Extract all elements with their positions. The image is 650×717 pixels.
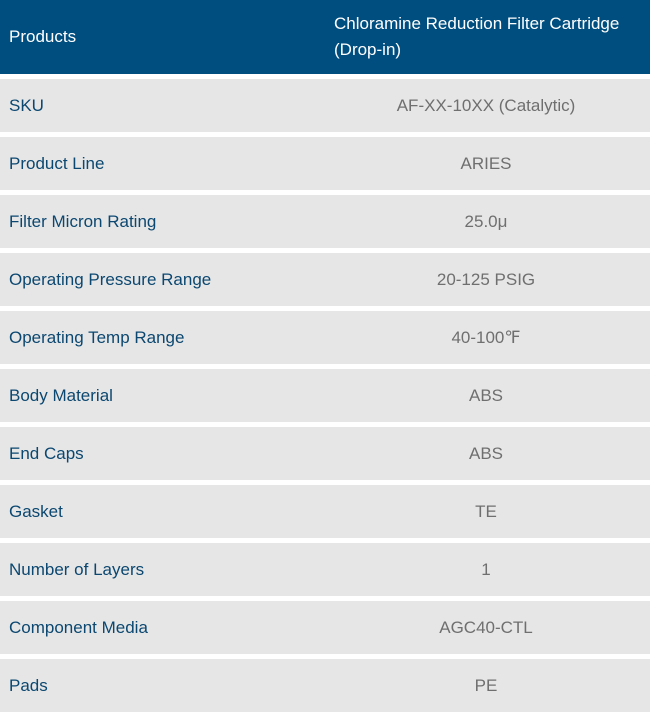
row-value: TE xyxy=(322,485,650,543)
table-row-number-of-layers: Number of Layers 1 xyxy=(0,543,650,601)
table-row-pads: Pads PE xyxy=(0,659,650,717)
table-row-filter-micron-rating: Filter Micron Rating 25.0μ xyxy=(0,195,650,253)
row-label: Operating Pressure Range xyxy=(0,253,322,311)
product-name-header: Chloramine Reduction Filter Cartridge (D… xyxy=(322,0,650,79)
table-row-sku: SKU AF-XX-10XX (Catalytic) xyxy=(0,79,650,137)
table-row-operating-temp-range: Operating Temp Range 40-100℉ xyxy=(0,311,650,369)
table-row-end-caps: End Caps ABS xyxy=(0,427,650,485)
row-value: 40-100℉ xyxy=(322,311,650,369)
row-value: AF-XX-10XX (Catalytic) xyxy=(322,79,650,137)
row-label: Filter Micron Rating xyxy=(0,195,322,253)
table-row-operating-pressure-range: Operating Pressure Range 20-125 PSIG xyxy=(0,253,650,311)
products-header: Products xyxy=(0,0,322,79)
row-value: 1 xyxy=(322,543,650,601)
row-label: Pads xyxy=(0,659,322,717)
row-value: ABS xyxy=(322,427,650,485)
row-value: 25.0μ xyxy=(322,195,650,253)
row-value: ARIES xyxy=(322,137,650,195)
row-label: SKU xyxy=(0,79,322,137)
row-label: Gasket xyxy=(0,485,322,543)
row-label: End Caps xyxy=(0,427,322,485)
product-spec-table: Products Chloramine Reduction Filter Car… xyxy=(0,0,650,717)
row-label: Number of Layers xyxy=(0,543,322,601)
row-label: Operating Temp Range xyxy=(0,311,322,369)
table-row-product-line: Product Line ARIES xyxy=(0,137,650,195)
row-value: PE xyxy=(322,659,650,717)
row-label: Body Material xyxy=(0,369,322,427)
row-value: AGC40-CTL xyxy=(322,601,650,659)
row-label: Component Media xyxy=(0,601,322,659)
row-value: ABS xyxy=(322,369,650,427)
table-header-row: Products Chloramine Reduction Filter Car… xyxy=(0,0,650,79)
table-row-gasket: Gasket TE xyxy=(0,485,650,543)
table-row-body-material: Body Material ABS xyxy=(0,369,650,427)
table-row-component-media: Component Media AGC40-CTL xyxy=(0,601,650,659)
row-value: 20-125 PSIG xyxy=(322,253,650,311)
row-label: Product Line xyxy=(0,137,322,195)
